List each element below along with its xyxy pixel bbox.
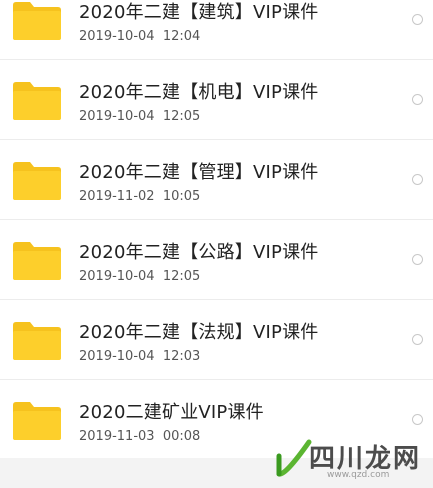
file-time: 12:05: [162, 269, 201, 284]
folder-icon: [13, 162, 61, 200]
folder-icon: [13, 242, 61, 280]
file-date: 2019-10-04: [79, 349, 155, 364]
file-modified: 2019-11-03 00:08: [79, 429, 200, 444]
folder-icon: [13, 322, 61, 360]
file-modified: 2019-10-04 12:04: [79, 29, 200, 44]
file-row[interactable]: 2020年二建【法规】VIP课件 2019-10-04 12:03: [0, 300, 433, 380]
file-date: 2019-10-04: [79, 269, 155, 284]
folder-icon: [13, 2, 61, 40]
select-radio-icon[interactable]: [412, 14, 423, 25]
file-modified: 2019-10-04 12:05: [79, 269, 200, 284]
select-radio-icon[interactable]: [412, 414, 423, 425]
file-row[interactable]: 2020年二建【建筑】VIP课件 2019-10-04 12:04: [0, 0, 433, 60]
watermark-logo: 四川龙网 www.qzd.com: [275, 434, 425, 484]
watermark-url: www.qzd.com: [327, 470, 390, 480]
select-radio-icon[interactable]: [412, 254, 423, 265]
folder-icon: [13, 82, 61, 120]
file-time: 00:08: [162, 429, 201, 444]
file-time: 12:04: [162, 29, 201, 44]
file-name: 2020二建矿业VIP课件: [79, 402, 264, 423]
file-modified: 2019-10-04 12:03: [79, 349, 200, 364]
file-row[interactable]: 2020年二建【公路】VIP课件 2019-10-04 12:05: [0, 220, 433, 300]
file-modified: 2019-10-04 12:05: [79, 109, 200, 124]
file-name: 2020年二建【法规】VIP课件: [79, 322, 319, 343]
file-time: 12:03: [162, 349, 201, 364]
file-modified: 2019-11-02 10:05: [79, 189, 200, 204]
file-date: 2019-10-04: [79, 29, 155, 44]
folder-icon: [13, 402, 61, 440]
file-time: 12:05: [162, 109, 201, 124]
file-row[interactable]: 2020年二建【机电】VIP课件 2019-10-04 12:05: [0, 60, 433, 140]
file-name: 2020年二建【建筑】VIP课件: [79, 2, 319, 23]
file-time: 10:05: [162, 189, 201, 204]
file-name: 2020年二建【管理】VIP课件: [79, 162, 319, 183]
file-name: 2020年二建【机电】VIP课件: [79, 82, 319, 103]
file-name: 2020年二建【公路】VIP课件: [79, 242, 319, 263]
select-radio-icon[interactable]: [412, 94, 423, 105]
select-radio-icon[interactable]: [412, 334, 423, 345]
file-date: 2019-11-03: [79, 429, 155, 444]
file-row[interactable]: 2020年二建【管理】VIP课件 2019-11-02 10:05: [0, 140, 433, 220]
select-radio-icon[interactable]: [412, 174, 423, 185]
file-date: 2019-11-02: [79, 189, 155, 204]
file-date: 2019-10-04: [79, 109, 155, 124]
file-list: 2020年二建【建筑】VIP课件 2019-10-04 12:04 2020年二…: [0, 0, 433, 460]
